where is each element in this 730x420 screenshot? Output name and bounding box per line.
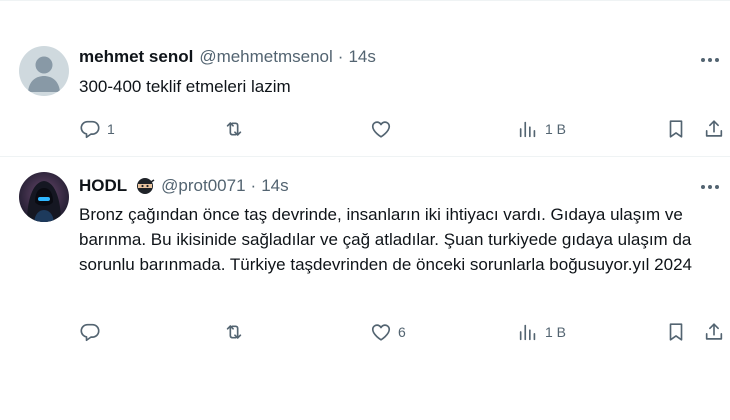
hooded-figure-avatar (19, 172, 69, 222)
separator-dot: · (337, 47, 344, 66)
share-icon (705, 120, 723, 137)
tweet-header: mehmet senol @mehmetmsenol · 14s (79, 46, 376, 68)
reply-icon (80, 323, 100, 342)
reply-button[interactable] (79, 320, 107, 344)
display-name[interactable]: mehmet senol (79, 47, 193, 67)
action-bar: 6 1 B (79, 320, 730, 344)
bookmark-button[interactable] (665, 117, 687, 141)
separator-dot: · (250, 176, 257, 195)
share-button[interactable] (703, 320, 725, 344)
tweet-text: Bronz çağından önce taş devrinde, insanl… (79, 205, 692, 274)
more-icon[interactable] (698, 177, 722, 197)
more-icon[interactable] (698, 50, 722, 70)
tweet-header: HODL @prot0071 · 14s (79, 175, 289, 197)
avatar-default[interactable] (19, 46, 69, 96)
top-divider (0, 0, 730, 1)
bookmark-icon (669, 323, 683, 341)
bookmark-button[interactable] (665, 320, 687, 344)
like-button[interactable] (370, 117, 398, 141)
view-count: 1 B (545, 324, 567, 340)
avatar-hodl[interactable] (19, 172, 69, 222)
retweet-button[interactable] (223, 117, 251, 141)
like-button[interactable]: 6 (370, 320, 406, 344)
retweet-icon (226, 122, 242, 136)
analytics-icon (519, 324, 536, 341)
reply-count: 1 (107, 121, 115, 137)
retweet-icon (226, 325, 242, 339)
action-bar: 1 1 B (79, 117, 730, 141)
tweet-1[interactable]: mehmet senol @mehmetmsenol · 14s 300-400… (0, 32, 730, 156)
bookmark-icon (669, 120, 683, 138)
ninja-emoji-icon (135, 176, 155, 196)
reply-icon (80, 120, 100, 139)
reply-button[interactable]: 1 (79, 117, 115, 141)
share-button[interactable] (703, 117, 725, 141)
views-button[interactable]: 1 B (517, 117, 566, 141)
views-button[interactable]: 1 B (517, 320, 566, 344)
user-handle[interactable]: @mehmetmsenol (199, 47, 332, 67)
tweet-2[interactable]: HODL @prot0071 · 14s Bronz çağından önce… (0, 157, 730, 367)
default-profile-icon (19, 46, 69, 96)
like-count: 6 (398, 324, 406, 340)
tweet-text: 300-400 teklif etmeleri lazim (79, 77, 291, 96)
display-name[interactable]: HODL (79, 176, 127, 196)
user-handle[interactable]: @prot0071 (161, 176, 245, 196)
view-count: 1 B (545, 121, 567, 137)
timestamp[interactable]: 14s (348, 47, 375, 67)
retweet-button[interactable] (223, 320, 251, 344)
heart-icon (371, 121, 391, 138)
analytics-icon (519, 121, 536, 138)
timestamp[interactable]: 14s (261, 176, 288, 196)
share-icon (705, 323, 723, 340)
heart-icon (371, 324, 391, 341)
